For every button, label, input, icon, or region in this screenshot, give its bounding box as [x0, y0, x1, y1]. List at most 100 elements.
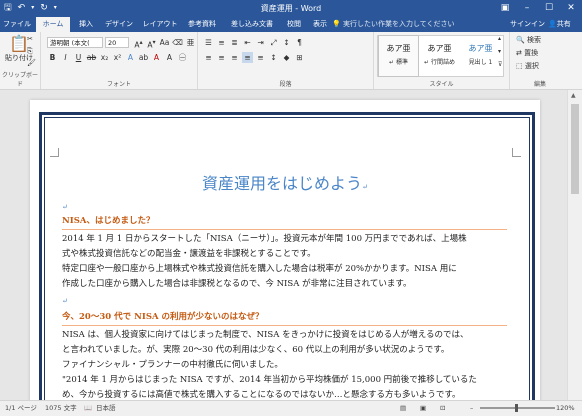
bullets-icon[interactable]: ☰	[203, 37, 214, 48]
shading-icon[interactable]: ◆	[281, 52, 292, 63]
underline-icon[interactable]: U	[73, 52, 84, 63]
subscript-icon[interactable]: x₂	[99, 52, 110, 63]
page-count[interactable]: 1/1 ページ	[5, 401, 37, 416]
share-button[interactable]: 👤共有	[548, 17, 571, 32]
body-line[interactable]: と言われていました。が、実際 20～30 代の利用は少なく、60 代以上の利用が…	[62, 343, 507, 358]
style-normal[interactable]: あア亜 ↵ 標準	[378, 35, 419, 77]
format-painter-icon[interactable]: 🖌	[27, 59, 36, 67]
asian-layout-icon[interactable]: ⤢	[268, 37, 279, 48]
zoom-level[interactable]: 120%	[556, 401, 575, 416]
align-center-icon[interactable]: ≡	[216, 52, 227, 63]
style-name: ↵ 標準	[389, 59, 408, 66]
search-icon: 🔍	[516, 36, 525, 44]
document-area: 資産運用をはじめよう↵ ↵ NISA、はじめました？ 2014 年 1 月 1 …	[0, 90, 567, 400]
numbering-icon[interactable]: ≡	[216, 37, 227, 48]
find-label: 検索	[526, 36, 541, 44]
group-editing: 🔍 検索 ⇄ 置換 ⬚ 選択 編集	[510, 32, 570, 89]
minimize-button[interactable]: –	[516, 0, 538, 17]
decrease-indent-icon[interactable]: ⇤	[242, 37, 253, 48]
clear-formatting-icon[interactable]: ⌫	[172, 37, 183, 48]
tab-design[interactable]: デザイン	[101, 17, 137, 32]
shrink-font-icon[interactable]: A▾	[146, 37, 157, 50]
tell-me-search[interactable]: 💡 実行したい作業を入力してください	[332, 17, 455, 32]
borders-icon[interactable]: ⊞	[294, 52, 305, 63]
ribbon-display-options-icon[interactable]: ▣	[494, 0, 516, 17]
body-line[interactable]: 2014 年 1 月 1 日からスタートした「NISA（ニーサ）」。投資元本が年…	[62, 232, 507, 247]
text-effects-icon[interactable]: A	[125, 52, 136, 63]
styles-gallery: あア亜 ↵ 標準 あア亜 ↵ 行間詰め あア亜 見出し 1	[377, 35, 504, 77]
scroll-up-icon[interactable]: ▲	[571, 92, 576, 99]
maximize-button[interactable]: ☐	[538, 0, 560, 17]
font-size-combo[interactable]: 20	[105, 37, 129, 48]
empty-paragraph[interactable]: ↵	[62, 200, 507, 215]
highlight-icon[interactable]: ab	[138, 52, 149, 63]
gallery-more-icon[interactable]: ⊽	[498, 61, 502, 68]
tab-layout[interactable]: レイアウト	[140, 17, 180, 32]
grow-font-icon[interactable]: A▴	[133, 37, 144, 50]
body-line[interactable]: 特定口座や一般口座から上場株式や株式投資信託を購入した場合は税率が 20%かかり…	[62, 262, 507, 277]
superscript-icon[interactable]: x²	[112, 52, 123, 63]
scroll-thumb[interactable]	[571, 104, 579, 194]
find-button[interactable]: 🔍 検索	[516, 35, 541, 45]
body-line[interactable]: 式や株式投資信託などの配当金・譲渡益を非課税とすることです。	[62, 247, 507, 262]
bold-icon[interactable]: B	[47, 52, 58, 63]
style-preview: あア亜	[427, 44, 452, 53]
phonetic-guide-icon[interactable]: 亜	[185, 37, 196, 48]
replace-button[interactable]: ⇄ 置換	[516, 48, 538, 58]
font-name-combo[interactable]: 游明朝 (本文(	[47, 37, 103, 48]
body-line[interactable]: NISA は、個人投資家に向けてはじまった制度で、NISA をきっかけに投資をは…	[62, 328, 507, 343]
web-layout-icon[interactable]: ⊡	[440, 401, 445, 416]
tab-references[interactable]: 参考資料	[182, 17, 222, 32]
change-case-icon[interactable]: Aa	[159, 37, 170, 48]
justify-icon[interactable]: ≡	[242, 52, 253, 63]
style-heading1[interactable]: あア亜 見出し 1	[461, 36, 500, 76]
cut-icon[interactable]: ✂	[27, 35, 33, 43]
word-count[interactable]: 1075 文字	[45, 401, 77, 416]
font-color-icon[interactable]: A	[151, 52, 162, 63]
tab-home[interactable]: ホーム	[36, 17, 70, 32]
clipboard-group-label: クリップボード	[1, 72, 38, 88]
character-border-icon[interactable]: A	[164, 52, 175, 63]
style-no-spacing[interactable]: あア亜 ↵ 行間詰め	[420, 36, 459, 76]
distributed-icon[interactable]: ≡	[255, 52, 266, 63]
tab-mailings[interactable]: 差し込み文書	[226, 17, 278, 32]
style-preview: あア亜	[386, 44, 411, 53]
body-line[interactable]: め、今から投資するには高値で株式を購入することになるのではないか…と懸念する方も…	[62, 388, 507, 400]
increase-indent-icon[interactable]: ⇥	[255, 37, 266, 48]
sort-icon[interactable]: ↕	[281, 37, 292, 48]
document-page[interactable]: 資産運用をはじめよう↵ ↵ NISA、はじめました？ 2014 年 1 月 1 …	[30, 100, 540, 400]
tab-review[interactable]: 校閲	[282, 17, 306, 32]
close-button[interactable]: ✕	[560, 0, 582, 17]
show-marks-icon[interactable]: ¶	[294, 37, 305, 48]
tab-file[interactable]: ファイル	[0, 17, 34, 32]
empty-paragraph[interactable]: ↵	[62, 294, 507, 309]
read-mode-icon[interactable]: ▤	[400, 401, 406, 416]
strikethrough-icon[interactable]: ab	[86, 52, 97, 63]
copy-icon[interactable]: ⎘	[27, 47, 33, 56]
heading-2[interactable]: 今、20～30 代で NISA の利用が少ないのはなぜ？	[62, 310, 507, 326]
signin-link[interactable]: サインイン	[510, 17, 545, 32]
zoom-slider-thumb[interactable]	[515, 404, 518, 412]
heading-1[interactable]: NISA、はじめました？	[62, 214, 507, 230]
body-line[interactable]: 作成した口座から購入した場合は非課税となるので、今 NISA が非常に注目されて…	[62, 277, 507, 292]
proofing-icon[interactable]: 📖	[84, 401, 92, 416]
align-right-icon[interactable]: ≡	[229, 52, 240, 63]
italic-icon[interactable]: I	[60, 52, 71, 63]
body-line[interactable]: ファイナンシャル・プランナーの中村徹氏に伺いました。	[62, 358, 507, 373]
replace-icon: ⇄	[516, 49, 522, 57]
vertical-scrollbar[interactable]: ▲	[567, 90, 582, 400]
gallery-scroll-down-icon[interactable]: ▾	[498, 48, 501, 55]
line-spacing-icon[interactable]: ↕	[268, 52, 279, 63]
print-layout-icon[interactable]: ▣	[420, 401, 426, 416]
select-button[interactable]: ⬚ 選択	[516, 61, 539, 71]
body-line[interactable]: "2014 年 1 月からはじまった NISA ですが、2014 年当初から平均…	[62, 373, 507, 388]
align-left-icon[interactable]: ≡	[203, 52, 214, 63]
language-indicator[interactable]: 日本語	[96, 401, 116, 416]
multilevel-list-icon[interactable]: ≣	[229, 37, 240, 48]
enclose-characters-icon[interactable]: ㊀	[177, 52, 188, 63]
document-title[interactable]: 資産運用をはじめよう↵	[30, 170, 540, 194]
gallery-scroll-up-icon[interactable]: ▴	[498, 35, 501, 42]
tab-insert[interactable]: 挿入	[72, 17, 100, 32]
zoom-out-icon[interactable]: –	[470, 401, 473, 416]
tab-view[interactable]: 表示	[308, 17, 332, 32]
